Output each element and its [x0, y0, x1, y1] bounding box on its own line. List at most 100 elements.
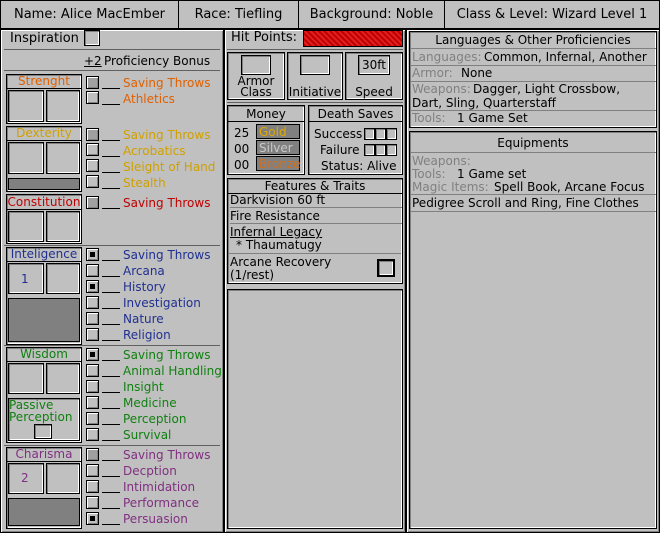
equipment-extra[interactable]: Pedigree Scroll and Ring, Fine Clothes — [412, 196, 639, 210]
charisma-mod[interactable]: 2 — [21, 471, 29, 485]
insight-prof[interactable] — [86, 380, 99, 393]
languages-value[interactable]: Common, Infernal, Another — [484, 50, 647, 64]
survival-skill: Survival — [123, 428, 172, 442]
nature-prof[interactable] — [86, 312, 99, 325]
character-class-level[interactable]: Class & Level: Wizard Level 1 — [445, 1, 659, 28]
charisma-mod-box[interactable] — [46, 463, 80, 494]
intimidation-prof[interactable] — [86, 480, 99, 493]
intelligence-mod-box[interactable] — [46, 263, 80, 294]
death-success-1[interactable] — [364, 128, 375, 140]
feature-fire-resistance[interactable]: Fire Resistance — [230, 209, 402, 224]
religion-prof[interactable] — [86, 328, 99, 341]
tools-prof-label: Tools: — [412, 111, 446, 125]
wisdom-score[interactable] — [8, 363, 44, 394]
death-failure-label: Failure — [320, 143, 360, 157]
investigation-prof[interactable] — [86, 296, 99, 309]
deception-prof[interactable] — [86, 464, 99, 477]
athletics-skill: Athletics — [123, 92, 175, 106]
silver-amount[interactable]: 00 — [234, 142, 249, 156]
death-failure-1[interactable] — [364, 144, 375, 156]
wisdom-saving-throws: Saving Throws — [123, 348, 211, 362]
animal-handling-prof[interactable] — [86, 364, 99, 377]
medicine-prof[interactable] — [86, 396, 99, 409]
perception-prof[interactable] — [86, 412, 99, 425]
feature-infernal-legacy[interactable]: Infernal Legacy — [230, 225, 322, 239]
insight-skill: Insight — [123, 380, 164, 394]
strength-save-prof[interactable] — [86, 76, 99, 89]
survival-prof[interactable] — [86, 428, 99, 441]
armor-prof-value[interactable]: None — [461, 66, 492, 80]
stealth-prof[interactable] — [86, 175, 99, 188]
bronze-amount[interactable]: 00 — [234, 158, 249, 172]
gold-amount[interactable]: 25 — [234, 126, 249, 140]
intelligence-mod[interactable]: 1 — [21, 272, 29, 286]
constitution-name: Constitution — [7, 195, 81, 210]
strength-mod[interactable] — [46, 90, 80, 122]
arcane-recovery-checkbox[interactable] — [377, 259, 395, 277]
death-failure-3[interactable] — [386, 144, 397, 156]
armor-prof-label: Armor: — [412, 66, 453, 80]
intimidation-skill: Intimidation — [123, 480, 196, 494]
intelligence-save-prof[interactable] — [86, 248, 99, 261]
strength-score[interactable] — [8, 90, 44, 122]
equipment-magic-value[interactable]: Spell Book, Arcane Focus — [494, 180, 645, 194]
investigation-skill: Investigation — [123, 296, 201, 310]
sleight-prof[interactable] — [86, 159, 99, 172]
constitution-saving-throws: Saving Throws — [123, 196, 211, 210]
money-title: Money — [228, 107, 304, 122]
death-success-3[interactable] — [386, 128, 397, 140]
death-status: Status: Alive — [321, 159, 397, 173]
initiative-label: Initiative — [288, 85, 342, 99]
weapons-prof-label: Weapons: — [412, 82, 471, 96]
weapons-prof-value-1[interactable]: Dagger, Light Crossbow, — [473, 82, 620, 96]
deception-skill: Decption — [123, 464, 177, 478]
wisdom-save-prof[interactable] — [86, 348, 99, 361]
header-bar: Name: Alice MacEmber Race: Tiefling Back… — [0, 0, 660, 29]
athletics-prof[interactable] — [86, 91, 99, 104]
death-success-2[interactable] — [375, 128, 386, 140]
dexterity-name: Dexterity — [7, 126, 81, 141]
features-title: Features & Traits — [228, 179, 402, 194]
character-race[interactable]: Race: Tiefling — [179, 1, 299, 28]
feature-darkvision[interactable]: Darkvision 60 ft — [230, 193, 402, 208]
constitution-score[interactable] — [8, 211, 44, 242]
bronze-label: Bronze — [256, 156, 301, 171]
acrobatics-skill: Acrobatics — [123, 144, 186, 158]
character-name[interactable]: Name: Alice MacEmber — [1, 1, 179, 28]
wisdom-name: Wisdom — [7, 347, 81, 362]
arcana-prof[interactable] — [86, 264, 99, 277]
performance-prof[interactable] — [86, 496, 99, 509]
gold-label: Gold — [256, 124, 300, 139]
medicine-skill: Medicine — [123, 396, 177, 410]
dexterity-score[interactable] — [8, 142, 44, 174]
death-failure-2[interactable] — [375, 144, 386, 156]
speed-value[interactable]: 30ft — [358, 58, 390, 72]
persuasion-prof[interactable] — [86, 512, 99, 525]
constitution-mod[interactable] — [46, 211, 80, 242]
wisdom-mod[interactable] — [46, 363, 80, 394]
equipment-tools-value[interactable]: 1 Game set — [457, 167, 526, 181]
tools-prof-value[interactable]: 1 Game Set — [457, 111, 528, 125]
hit-points-bar[interactable] — [303, 30, 403, 47]
dexterity-save-prof[interactable] — [86, 128, 99, 141]
character-background[interactable]: Background: Noble — [299, 1, 445, 28]
feature-arcane-recovery-rest: (1/rest) — [230, 268, 275, 282]
weapons-prof-value-2[interactable]: Dart, Sling, Quarterstaff — [412, 96, 556, 110]
charisma-name: Charisma — [7, 447, 81, 462]
strength-saving-throws: Saving Throws — [123, 76, 211, 90]
strength-name: Strenght — [7, 74, 81, 89]
death-success-label: Success — [314, 127, 363, 141]
feature-arcane-recovery[interactable]: Arcane Recovery — [230, 255, 331, 269]
constitution-save-prof[interactable] — [86, 196, 99, 209]
charisma-save-prof[interactable] — [86, 448, 99, 461]
dexterity-mod[interactable] — [46, 142, 80, 174]
feature-thaumaturgy[interactable]: * Thaumatugy — [236, 238, 322, 252]
acrobatics-prof[interactable] — [86, 143, 99, 156]
proficiency-value[interactable]: +2 — [84, 54, 102, 68]
inspiration-box[interactable] — [84, 30, 100, 46]
hit-points-label: Hit Points: — [231, 30, 298, 45]
notes-area[interactable] — [227, 289, 403, 529]
history-prof[interactable] — [86, 280, 99, 293]
passive-perception-value[interactable] — [34, 424, 52, 439]
languages-title: Languages & Other Proficiencies — [435, 33, 631, 47]
